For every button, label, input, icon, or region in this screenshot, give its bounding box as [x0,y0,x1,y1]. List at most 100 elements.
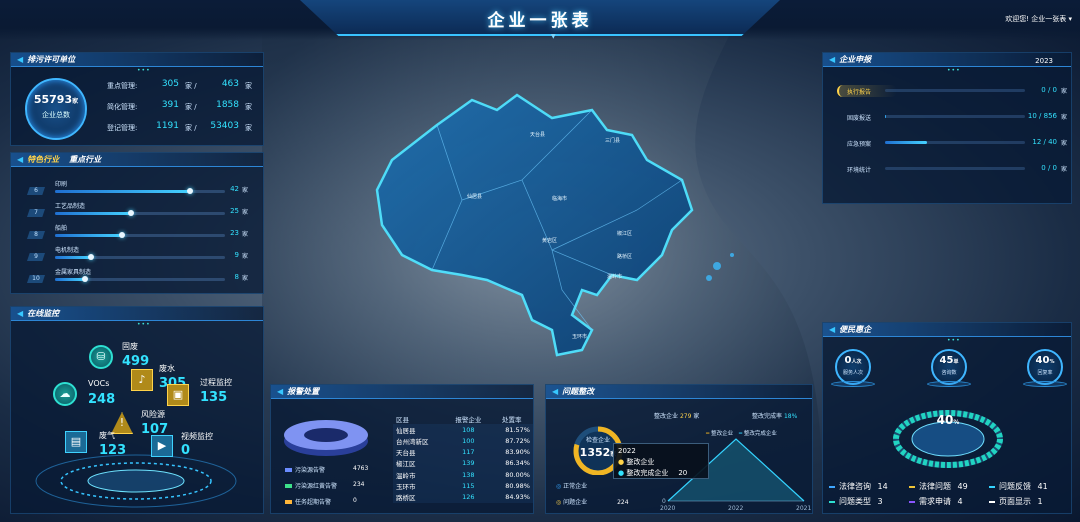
permit-row-label: 简化管理: [107,103,138,111]
welcome-text: 欢迎您! 企业一张表 [1005,15,1067,23]
permit-row-value-b: 1858 [216,100,239,110]
service-stat-unit: % [1049,359,1055,365]
table-cell-district: 玉环市 [396,482,416,491]
legend-item: 任务超期告警 0 [285,497,395,506]
table-row[interactable]: 玉环市 115 80.98% [393,480,533,492]
solid-waste-icon[interactable]: ⛁ [89,345,113,369]
title-chevron-icon[interactable]: ▼ [551,33,556,40]
industry-bar-knob [119,232,125,238]
total-value: 55793家 [33,93,79,106]
alarm-ring-chart [284,420,368,456]
table-cell-district: 天台县 [396,449,416,458]
table-cell-district: 台州湾新区 [396,437,429,446]
permit-row-unit: 家 [245,124,252,132]
service-stat-number: 45 [939,355,954,366]
alarm-table: 区县 报警企业 处置率 仙居县 108 81.57% 台州湾新区 100 87.72% 天台县 11… [393,413,533,503]
industry-bar [55,276,225,282]
legend-label: 任务超期告警 [295,499,332,506]
process-monitor-icon[interactable]: ▣ [167,384,189,406]
industry-bar-knob [82,276,88,282]
permit-row-unit: 家 [245,82,252,90]
panel-title: 企业申报 [839,55,872,64]
wastewater-icon[interactable]: ♪ [131,369,153,391]
chevron-icon: ◀ [17,155,24,164]
service-legend-item: 问题反馈 41 [989,481,1048,492]
panel-title: 便民惠企 [839,325,872,334]
reply-gauge [893,410,1003,468]
table-row[interactable]: 台州湾新区 100 87.72% [393,435,533,447]
video-monitor-icon[interactable]: ▶ [151,435,173,457]
table-row[interactable]: 路桥区 126 84.93% [393,491,533,503]
tooltip-year: 2022 [618,447,636,455]
legend-value: 4763 [353,465,369,472]
panel-title: 在线监控 [27,309,60,318]
table-row[interactable]: 温岭市 138 80.00% [393,468,533,481]
permit-row-unit: 家 / [185,103,197,111]
report-item-unit: 家 [1061,140,1068,147]
service-stat-label: 回复率 [1037,370,1053,376]
industry-bar [55,232,225,238]
tab-key-industry[interactable]: 重点行业 [69,154,101,165]
industry-unit: 家 [242,231,249,238]
solid-waste-value: 499 [122,354,150,369]
year-selector[interactable]: 2023 [1035,57,1053,65]
table-cell-rate: 80.98% [505,481,530,490]
table-cell-count: 115 [462,481,475,490]
total-ring [25,78,87,140]
legend-label: 法律咨询 [839,482,871,491]
industry-value: 9 [234,251,239,259]
report-item-label[interactable]: 固废报送 [847,113,871,122]
rectify-rate: 整改完成率 18% [752,413,798,420]
user-menu[interactable]: 欢迎您! 企业一张表 ▾ [1005,14,1072,24]
process-monitor-label: 过程监控 [200,378,232,387]
table-cell-rate: 87.72% [505,436,530,445]
monitor-platform [35,454,237,508]
map-label: 仙居县 [467,193,482,200]
report-item-label[interactable]: 应急预案 [847,139,871,148]
service-panel: ◀ 便民惠企 ••• 0人次 服务人次 45单 咨询数 40% 回复率 40% 法律咨询 1… [822,322,1072,514]
legend-label: 问题反馈 [999,482,1031,491]
rectify-count: 整改企业 279 家 [654,413,700,420]
permit-row-unit: 家 [245,103,252,111]
report-panel: ◀企业申报 ••• 2023 执行报告0 / 0家固废报送10 / 856家应急… [822,52,1072,204]
tab-featured-industry[interactable]: 特色行业 [27,154,59,165]
report-bar [885,115,1025,118]
report-bar [885,141,1025,144]
legend-label: 需求申请 [919,497,951,506]
divider-dots: ••• [137,67,151,74]
report-item-unit: 家 [1061,88,1068,95]
chevron-icon: ◀ [552,387,559,396]
industry-name: 船舶 [55,225,68,232]
panel-title: 排污许可单位 [27,55,76,64]
x-tick-label: 2020 [660,505,675,512]
table-cell-rate: 81.57% [505,425,530,434]
permit-row-value-a: 305 [161,79,179,89]
table-row[interactable]: 椒江区 139 86.34% [393,457,533,469]
table-row[interactable]: 天台县 117 83.90% [393,446,533,458]
vocs-icon[interactable]: ☁ [53,382,77,406]
service-stat-pedestal [1023,381,1067,387]
permit-row-value-b: 53403 [210,121,239,131]
legend-value: 4 [955,497,963,506]
report-item-label[interactable]: 环境统计 [847,165,871,174]
industry-name: 印刷 [55,181,68,188]
map-label: 玉环市 [572,333,587,340]
table-header-row: 区县 报警企业 处置率 [393,413,533,424]
legend-swatch [989,485,995,488]
legend-label: 污染源告警 [295,467,326,474]
exhaust-gas-icon[interactable]: ▤ [65,431,87,453]
report-item-value: 0 / 0 [1041,86,1057,94]
rank-badge: 8 [27,231,45,239]
exhaust-gas-value: 123 [99,443,127,458]
legend-swatch [909,500,915,503]
service-stat-number: 40 [1035,355,1050,366]
rank-badge: 9 [27,253,45,261]
table-cell-district: 仙居县 [396,426,416,435]
table-cell-count: 108 [462,425,475,434]
wastewater-label: 废水 [159,364,175,373]
service-stat-value: 0人次 [835,355,871,366]
vocs-value: 248 [88,392,116,407]
table-row[interactable]: 仙居县 108 81.57% [393,424,533,436]
alarm-panel: ◀ 报警处置 污染源告警 4763 污染源红黄告警 234 任务超期告警 0 区县 报警企业 处… [270,384,534,514]
service-legend-item: 法律问题 49 [909,481,968,492]
